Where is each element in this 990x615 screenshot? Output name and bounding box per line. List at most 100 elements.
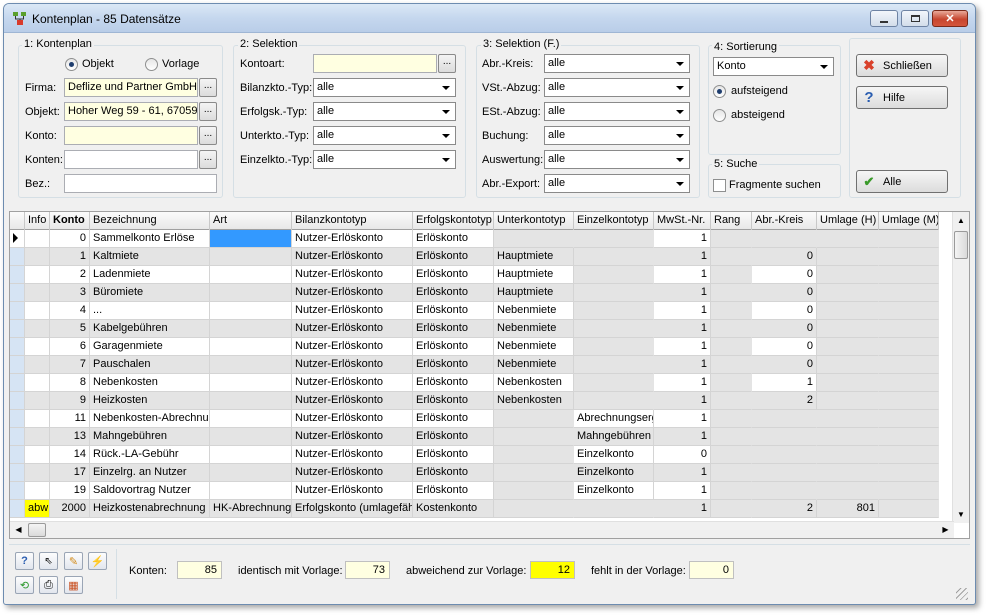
cell-unter[interactable]: Hauptmiete [494, 266, 574, 284]
cell-art[interactable] [210, 446, 292, 464]
table-row[interactable]: 1 Kaltmiete Nutzer-Erlöskonto Erlöskonto Hau… [10, 248, 939, 266]
cell-einzel[interactable] [574, 374, 654, 392]
title-bar[interactable]: Kontenplan - 85 Datensätze ✕ [4, 4, 975, 33]
cell-einzel[interactable] [574, 284, 654, 302]
cell-art[interactable] [210, 428, 292, 446]
column-header-umlage-h[interactable]: Umlage (H) [817, 212, 879, 230]
cell-um[interactable] [879, 500, 939, 518]
row-selector[interactable] [10, 464, 25, 482]
cell-mwst[interactable]: 1 [654, 338, 711, 356]
cell-um[interactable] [879, 374, 939, 392]
cell-erfolg[interactable]: Erlöskonto [413, 230, 494, 248]
cell-unter[interactable]: Hauptmiete [494, 248, 574, 266]
cell-uh[interactable] [817, 284, 879, 302]
cell-mwst[interactable]: 1 [654, 284, 711, 302]
radio-objekt[interactable] [65, 58, 78, 71]
cell-erfolg[interactable]: Erlöskonto [413, 374, 494, 392]
cell-kreis[interactable] [752, 230, 817, 248]
cell-rang[interactable] [711, 428, 752, 446]
cell-unter[interactable] [494, 230, 574, 248]
table-row[interactable]: 9 Heizkosten Nutzer-Erlöskonto Erlöskonto Ne… [10, 392, 939, 410]
cell-kreis[interactable] [752, 482, 817, 500]
cell-mwst[interactable]: 1 [654, 302, 711, 320]
cell-uh[interactable] [817, 464, 879, 482]
cell-unter[interactable] [494, 446, 574, 464]
cell-konto[interactable]: 19 [50, 482, 90, 500]
cell-um[interactable] [879, 284, 939, 302]
cell-bez[interactable]: Saldovortrag Nutzer [90, 482, 210, 500]
abr-export-select[interactable]: alle [544, 174, 690, 193]
cell-unter[interactable] [494, 500, 574, 518]
cell-info[interactable] [25, 464, 50, 482]
konten-browse-button[interactable]: ... [199, 150, 217, 169]
cell-uh[interactable] [817, 302, 879, 320]
est-abzug-select[interactable]: alle [544, 102, 690, 121]
cell-konto[interactable]: 7 [50, 356, 90, 374]
firma-browse-button[interactable]: ... [199, 78, 217, 97]
cell-einzel[interactable]: Einzelkonto [574, 446, 654, 464]
cell-bilanz[interactable]: Nutzer-Erlöskonto [292, 410, 413, 428]
cell-konto[interactable]: 9 [50, 392, 90, 410]
cell-rang[interactable] [711, 248, 752, 266]
cell-uh[interactable] [817, 320, 879, 338]
cell-bilanz[interactable]: Nutzer-Erlöskonto [292, 482, 413, 500]
column-header-art[interactable]: Art [210, 212, 292, 230]
cell-bez[interactable]: Sammelkonto Erlöse [90, 230, 210, 248]
table-row[interactable]: 8 Nebenkosten Nutzer-Erlöskonto Erlöskonto N… [10, 374, 939, 392]
cell-erfolg[interactable]: Erlöskonto [413, 464, 494, 482]
vertical-scrollbar[interactable]: ▲ ▼ [952, 212, 969, 523]
cell-um[interactable] [879, 302, 939, 320]
cell-kreis[interactable]: 0 [752, 266, 817, 284]
cell-bez[interactable]: Kaltmiete [90, 248, 210, 266]
cell-art[interactable] [210, 464, 292, 482]
cell-bilanz[interactable]: Nutzer-Erlöskonto [292, 284, 413, 302]
cell-bilanz[interactable]: Nutzer-Erlöskonto [292, 338, 413, 356]
cell-bez[interactable]: Einzelrg. an Nutzer [90, 464, 210, 482]
cell-einzel[interactable]: Mahngebühren [574, 428, 654, 446]
cell-bez[interactable]: Mahngebühren [90, 428, 210, 446]
firma-field[interactable]: Deflize und Partner GmbH [64, 78, 198, 97]
cell-kreis[interactable]: 0 [752, 356, 817, 374]
row-selector[interactable] [10, 410, 25, 428]
cell-bilanz[interactable]: Nutzer-Erlöskonto [292, 374, 413, 392]
cell-art[interactable] [210, 356, 292, 374]
row-selector[interactable] [10, 266, 25, 284]
cell-mwst[interactable]: 1 [654, 374, 711, 392]
cell-art[interactable] [210, 284, 292, 302]
cell-bez[interactable]: Kabelgebühren [90, 320, 210, 338]
cell-art[interactable] [210, 392, 292, 410]
cell-kreis[interactable]: 0 [752, 302, 817, 320]
cell-unter[interactable] [494, 464, 574, 482]
column-header-unterkontotyp[interactable]: Unterkontotyp [494, 212, 574, 230]
cell-art[interactable] [210, 320, 292, 338]
cell-art[interactable] [210, 338, 292, 356]
bilanz-select[interactable]: alle [313, 78, 456, 97]
column-header-bilanzkontotyp[interactable]: Bilanzkontotyp [292, 212, 413, 230]
cell-bilanz[interactable]: Nutzer-Erlöskonto [292, 266, 413, 284]
cell-erfolg[interactable]: Erlöskonto [413, 248, 494, 266]
cell-einzel[interactable] [574, 266, 654, 284]
cell-um[interactable] [879, 320, 939, 338]
cell-mwst[interactable]: 1 [654, 392, 711, 410]
column-header-umlage-m[interactable]: Umlage (M) [879, 212, 939, 230]
row-selector[interactable] [10, 428, 25, 446]
cell-rang[interactable] [711, 446, 752, 464]
cell-info[interactable] [25, 410, 50, 428]
cell-uh[interactable] [817, 392, 879, 410]
cell-bilanz[interactable]: Nutzer-Erlöskonto [292, 248, 413, 266]
close-window-button[interactable]: ✕ [932, 10, 968, 27]
cell-mwst[interactable]: 1 [654, 320, 711, 338]
cell-uh[interactable] [817, 482, 879, 500]
cell-bilanz[interactable]: Nutzer-Erlöskonto [292, 464, 413, 482]
hscroll-thumb[interactable] [28, 523, 46, 537]
cell-mwst[interactable]: 1 [654, 356, 711, 374]
cell-uh[interactable] [817, 248, 879, 266]
cell-info[interactable] [25, 428, 50, 446]
cell-konto[interactable]: 17 [50, 464, 90, 482]
cell-mwst[interactable]: 1 [654, 482, 711, 500]
cell-info[interactable] [25, 266, 50, 284]
row-selector[interactable] [10, 500, 25, 518]
lightning-icon[interactable]: ⚡ [88, 552, 107, 570]
cell-bez[interactable]: ... [90, 302, 210, 320]
auswertung-select[interactable]: alle [544, 150, 690, 169]
